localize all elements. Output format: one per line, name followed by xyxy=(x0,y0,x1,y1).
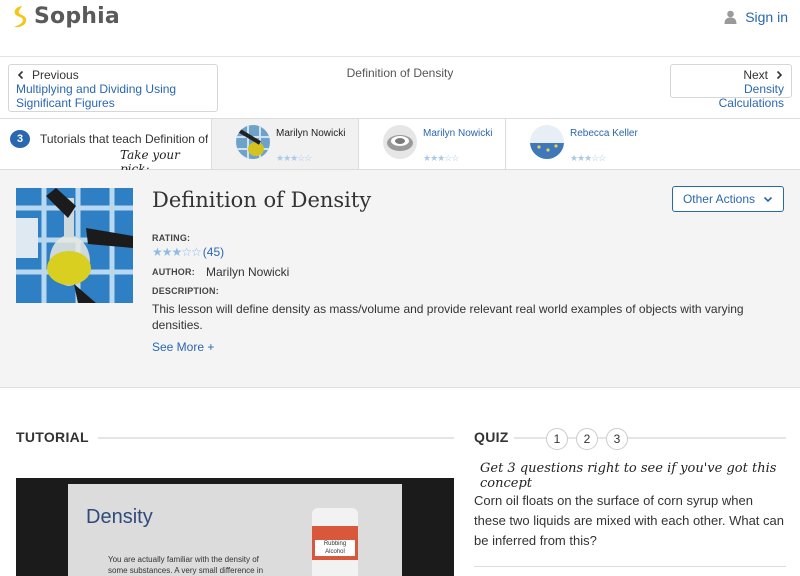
tutorial-thumbnail xyxy=(236,125,270,159)
tutorial-count-badge: 3 xyxy=(10,130,30,148)
chooser-label: 3 Tutorials that teach Definition of Den… xyxy=(0,119,212,176)
lesson-author: Marilyn Nowicki xyxy=(206,265,290,279)
tutorial-thumbnail xyxy=(530,125,564,159)
star-rating: ★★★☆☆ xyxy=(570,153,606,163)
slide-title: Density xyxy=(86,506,153,528)
user-icon xyxy=(724,10,737,24)
tutorial-heading: TUTORIAL xyxy=(16,429,89,445)
quiz-divider xyxy=(474,566,786,567)
tutorial-author: Marilyn Nowicki xyxy=(276,128,346,139)
video-slide: Density You are actually familiar with t… xyxy=(68,484,402,576)
bottle-label-text: Rubbing Alcohol xyxy=(315,540,355,556)
rating-stars: ★★★☆☆ xyxy=(152,245,202,259)
lesson-description: This lesson will define density as mass/… xyxy=(152,302,744,332)
author-label: AUTHOR: xyxy=(152,267,195,277)
sophia-logo[interactable]: Sophia xyxy=(10,4,120,29)
other-actions-label: Other Actions xyxy=(682,192,756,206)
next-lesson-button[interactable]: Next Density Calculations xyxy=(670,64,792,110)
tutorial-heading-rule xyxy=(98,437,454,439)
chevron-down-icon xyxy=(763,196,773,203)
chevron-left-icon xyxy=(17,70,24,80)
tutorial-video[interactable]: Density You are actually familiar with t… xyxy=(16,478,454,576)
quiz-steps: 1 2 3 xyxy=(546,428,636,450)
next-label: Next xyxy=(743,68,768,82)
previous-label: Previous xyxy=(32,68,79,82)
tutorial-chooser: 3 Tutorials that teach Definition of Den… xyxy=(0,118,800,176)
bottle-image: Rubbing Alcohol xyxy=(312,508,358,576)
other-actions-dropdown[interactable]: Other Actions xyxy=(672,186,784,212)
lesson-title: Definition of Density xyxy=(152,188,372,212)
tutorial-thumbnail xyxy=(383,125,417,159)
lesson-rating: ★★★☆☆ (45) xyxy=(152,245,224,259)
star-rating: ★★★☆☆ xyxy=(276,153,312,163)
tutorial-option-2[interactable]: Marilyn Nowicki ★★★☆☆ xyxy=(359,119,506,169)
current-lesson-crumb: Definition of Density xyxy=(346,66,454,80)
tutorial-option-1[interactable]: Marilyn Nowicki ★★★☆☆ xyxy=(212,119,359,169)
sign-in-link[interactable]: Sign in xyxy=(724,9,788,25)
lesson-panel: Definition of Density Other Actions RATI… xyxy=(0,170,800,388)
lesson-image xyxy=(16,188,133,303)
tutorial-option-3[interactable]: Rebecca Keller ★★★☆☆ xyxy=(506,119,800,169)
next-lesson-title[interactable]: Density Calculations xyxy=(678,82,784,110)
top-bar: Sophia Sign in xyxy=(0,0,800,36)
tutorial-author: Rebecca Keller xyxy=(570,128,638,139)
slide-text: You are actually familiar with the densi… xyxy=(108,555,264,575)
quiz-step-2[interactable]: 2 xyxy=(576,428,598,450)
sophia-logo-icon xyxy=(14,5,27,27)
rating-count[interactable]: (45) xyxy=(203,245,224,259)
quiz-step-3[interactable]: 3 xyxy=(606,428,628,450)
rating-label: RATING: xyxy=(152,233,191,243)
see-more-link[interactable]: See More + xyxy=(152,340,214,354)
logo-text: Sophia xyxy=(34,4,120,29)
quiz-heading: QUIZ xyxy=(474,429,509,445)
tutorial-author: Marilyn Nowicki xyxy=(423,128,493,139)
star-rating: ★★★☆☆ xyxy=(423,153,459,163)
quiz-question: Corn oil floats on the surface of corn s… xyxy=(474,493,784,548)
quiz-hint: Get 3 questions right to see if you've g… xyxy=(480,461,777,491)
chooser-title: Tutorials that teach Definition of Densi… xyxy=(40,132,208,146)
header-divider xyxy=(0,56,800,57)
sign-in-label: Sign in xyxy=(745,9,788,25)
quiz-step-1[interactable]: 1 xyxy=(546,428,568,450)
chevron-right-icon xyxy=(776,70,783,80)
description-label: DESCRIPTION: xyxy=(152,286,219,296)
previous-lesson-button[interactable]: Previous Multiplying and Dividing Using … xyxy=(8,64,218,112)
previous-lesson-title[interactable]: Multiplying and Dividing Using Significa… xyxy=(16,82,210,110)
